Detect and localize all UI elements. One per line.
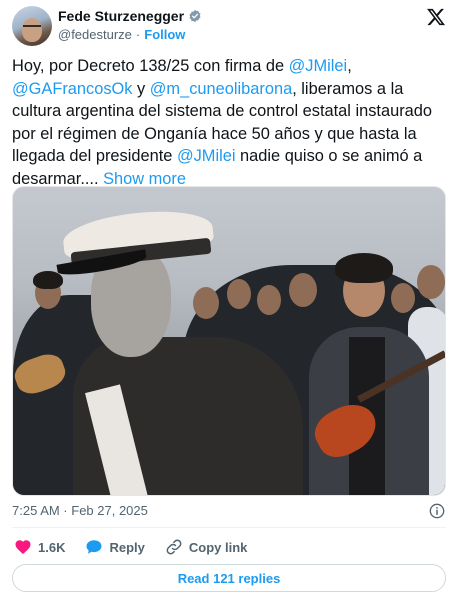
image-person-hair bbox=[33, 271, 63, 289]
copy-link-label: Copy link bbox=[188, 539, 248, 555]
show-more-link[interactable]: Show more bbox=[103, 170, 186, 188]
post-text: Hoy, por Decreto 138/25 con firma de @JM… bbox=[12, 55, 444, 190]
author-avatar[interactable] bbox=[12, 6, 52, 46]
post-text-segment: Hoy, por Decreto 138/25 con firma de bbox=[12, 57, 289, 75]
image-person-head bbox=[391, 283, 415, 313]
heart-icon bbox=[15, 540, 31, 555]
link-icon bbox=[166, 539, 182, 555]
read-replies-button[interactable]: Read 121 replies bbox=[12, 564, 446, 592]
image-person-head bbox=[227, 279, 251, 309]
info-icon[interactable] bbox=[429, 503, 445, 519]
author-handle-row: @fedesturze · Follow bbox=[58, 27, 185, 42]
mention-link[interactable]: @GAFrancosOk bbox=[12, 80, 132, 98]
mention-link[interactable]: @JMilei bbox=[177, 147, 236, 165]
post-text-segment: y bbox=[132, 79, 150, 98]
like-button[interactable]: 1.6K bbox=[14, 538, 65, 556]
like-count: 1.6K bbox=[38, 539, 66, 555]
post-timestamp[interactable]: 7:25 AM · Feb 27, 2025 bbox=[12, 503, 148, 518]
post-text-segment: , bbox=[347, 57, 352, 75]
author-name-row: Fede Sturzenegger bbox=[58, 8, 202, 24]
reply-button[interactable]: Reply bbox=[85, 538, 145, 556]
author-handle[interactable]: @fedesturze bbox=[58, 27, 132, 42]
action-bar: 1.6K Reply Copy link bbox=[14, 537, 267, 557]
separator-dot: · bbox=[135, 27, 141, 42]
verified-badge-icon bbox=[189, 9, 201, 23]
post-image[interactable] bbox=[12, 186, 446, 496]
x-logo-icon[interactable] bbox=[426, 7, 446, 27]
image-person-head bbox=[257, 285, 281, 315]
copy-link-button[interactable]: Copy link bbox=[165, 538, 248, 556]
mention-link[interactable]: @JMilei bbox=[289, 57, 348, 75]
speech-bubble-icon bbox=[86, 540, 102, 554]
follow-button[interactable]: Follow bbox=[144, 27, 185, 42]
divider bbox=[12, 527, 446, 528]
reply-label: Reply bbox=[109, 539, 145, 555]
mention-link[interactable]: @m_cuneolibarona bbox=[150, 80, 292, 98]
author-name[interactable]: Fede Sturzenegger bbox=[58, 8, 184, 24]
image-guitarist-hair bbox=[335, 253, 393, 283]
image-person-head bbox=[417, 265, 445, 299]
image-person-head bbox=[193, 287, 219, 319]
image-person-head bbox=[289, 273, 317, 307]
embedded-post-card: Fede Sturzenegger @fedesturze · Follow H… bbox=[0, 0, 459, 600]
